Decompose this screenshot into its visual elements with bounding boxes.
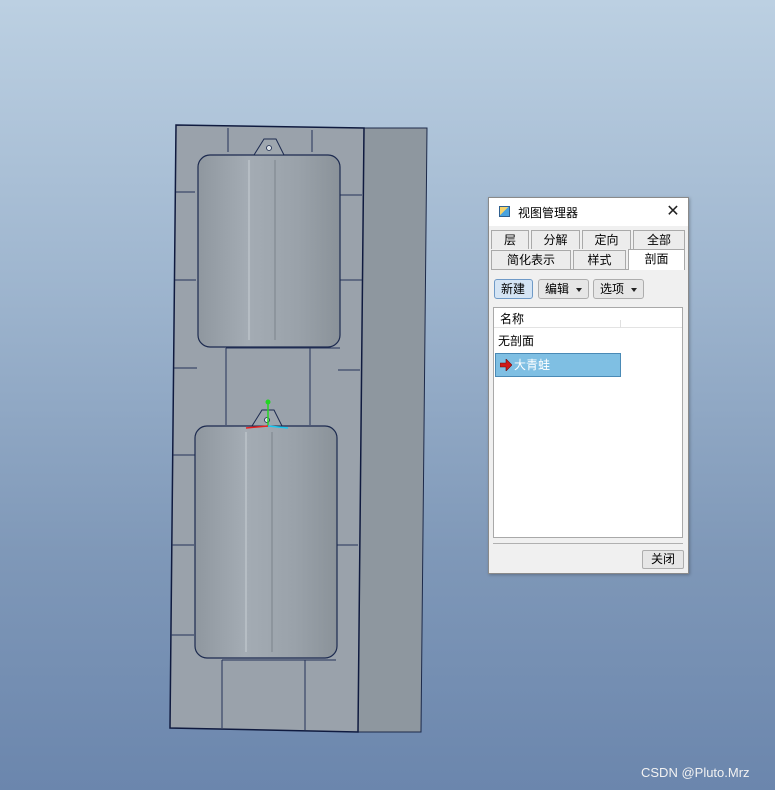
edit-dropdown-button[interactable]: 编辑: [538, 279, 589, 299]
tab-simplified-rep[interactable]: 简化表示: [491, 250, 571, 269]
tab-orient[interactable]: 定向: [582, 230, 631, 249]
list-item-selected[interactable]: 大青蛙: [495, 353, 621, 377]
tab-style[interactable]: 样式: [573, 250, 626, 269]
options-dropdown-button[interactable]: 选项: [593, 279, 644, 299]
tab-panel-border: [491, 269, 628, 270]
view-manager-icon: [499, 206, 510, 217]
section-list[interactable]: 名称 无剖面 大青蛙: [493, 307, 683, 538]
close-button[interactable]: 关闭: [642, 550, 684, 569]
active-section-arrow-icon: [500, 359, 512, 371]
tab-layers[interactable]: 层: [491, 230, 529, 249]
lower-cavity: [194, 425, 338, 659]
tab-all[interactable]: 全部: [633, 230, 685, 249]
list-item[interactable]: 无剖面: [494, 330, 682, 352]
dropdown-caret-icon: [576, 288, 582, 292]
new-button-label: 新建: [501, 282, 526, 296]
close-icon[interactable]: ✕: [665, 202, 681, 220]
list-item-label: 无剖面: [498, 334, 535, 348]
edit-button-label: 编辑: [545, 282, 570, 296]
dialog-title-bar[interactable]: 视图管理器 ✕: [489, 198, 688, 226]
upper-cavity: [197, 154, 341, 348]
mold-side-face: [356, 127, 428, 733]
list-column-header[interactable]: 名称: [494, 308, 682, 328]
new-button[interactable]: 新建: [494, 279, 533, 299]
dialog-title: 视图管理器: [518, 206, 579, 220]
name-column-header: 名称: [500, 312, 525, 326]
tab-sections[interactable]: 剖面: [628, 249, 685, 270]
tab-explode[interactable]: 分解: [531, 230, 580, 249]
footer-separator: [493, 543, 683, 544]
options-button-label: 选项: [600, 282, 625, 296]
watermark: CSDN @Pluto.Mrz: [641, 765, 750, 780]
list-item-label: 大青蛙: [514, 358, 551, 372]
dropdown-caret-icon: [631, 288, 637, 292]
column-divider: [620, 320, 621, 328]
